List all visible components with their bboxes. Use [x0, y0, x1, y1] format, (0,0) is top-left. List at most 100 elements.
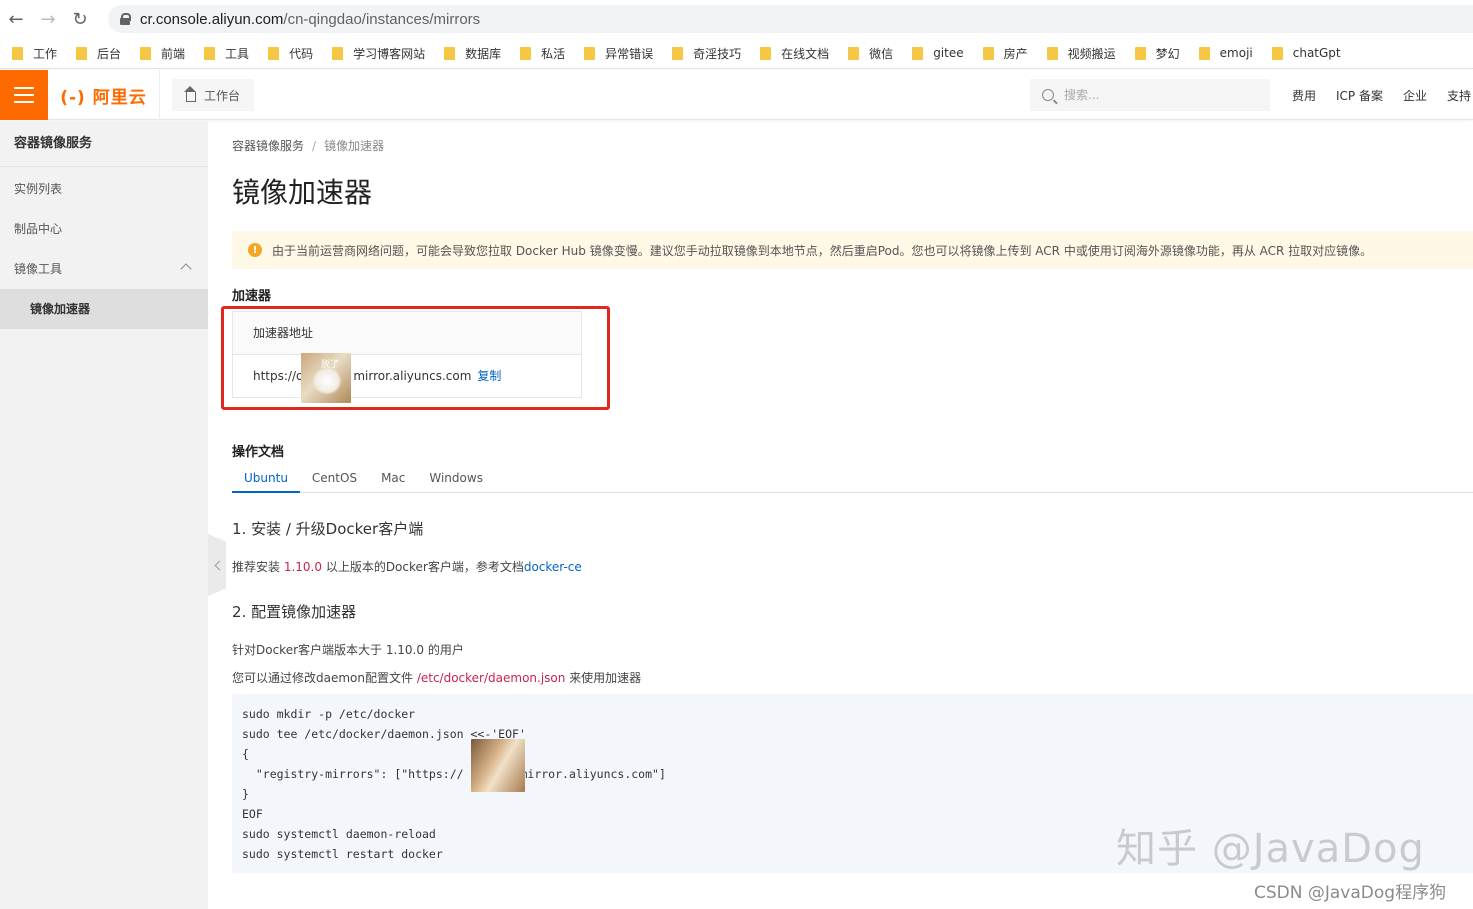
csdn-watermark: CSDN @JavaDog程序狗: [1254, 883, 1447, 903]
workbench-label: 工作台: [203, 88, 240, 103]
breadcrumb-current: 镜像加速器: [324, 139, 385, 153]
forward-icon[interactable]: →: [32, 0, 64, 38]
folder-icon: [76, 46, 88, 60]
breadcrumb: 容器镜像服务 / 镜像加速器: [232, 137, 384, 154]
bookmark-item[interactable]: 学习博客网站: [332, 45, 425, 62]
bookmark-item[interactable]: 奇淫技巧: [672, 45, 741, 62]
code-line: sudo mkdir -p /etc/docker: [242, 707, 416, 721]
step1-text-a: 推荐安装: [232, 560, 284, 574]
bookmark-item[interactable]: 后台: [76, 45, 121, 62]
bookmark-label: 后台: [97, 46, 122, 61]
warning-icon: !: [248, 243, 262, 257]
workbench-button[interactable]: 工作台: [172, 79, 254, 111]
tab-windows[interactable]: Windows: [417, 463, 495, 493]
tab-centos[interactable]: CentOS: [300, 463, 369, 493]
enterprise-link[interactable]: 企业: [1403, 87, 1427, 104]
bookmark-label: 代码: [289, 46, 314, 61]
bookmark-item[interactable]: 视频搬运: [1046, 45, 1116, 62]
search-icon[interactable]: [1042, 89, 1054, 101]
console-topbar: (-) 阿里云 工作台 费用 ICP 备案 企业 支持: [0, 70, 1473, 120]
bookmark-item[interactable]: 微信: [848, 45, 893, 62]
step2-text-1: 针对Docker客户端版本大于 1.10.0 的用户: [232, 643, 464, 657]
code-line: "registry-mirrors": ["https:// .mirror.al…: [242, 739, 1463, 792]
main-content: 容器镜像服务 / 镜像加速器 镜像加速器 ! 由于当前运营商网络问题，可能会导致您拉…: [221, 121, 1473, 909]
sidebar-item-instances[interactable]: 实例列表: [0, 169, 208, 209]
top-links: 费用 ICP 备案 企业 支持: [1292, 70, 1471, 120]
folder-icon: [12, 46, 23, 60]
folder-icon: [332, 46, 344, 60]
code-line-prefix: "registry-mirrors": ["https://: [242, 767, 464, 781]
folder-icon: [1198, 46, 1210, 60]
redaction-image: 脱了: [301, 353, 351, 403]
bookmark-item[interactable]: chatGpt: [1271, 46, 1341, 60]
tab-ubuntu[interactable]: Ubuntu: [232, 463, 300, 493]
docs-section-title: 操作文档: [232, 445, 285, 460]
folder-icon: [1134, 46, 1146, 60]
bookmark-item[interactable]: 私活: [520, 45, 565, 62]
folder-icon: [760, 46, 772, 60]
notice-text: 由于当前运营商网络问题，可能会导致您拉取 Docker Hub 镜像变慢。建议您…: [272, 243, 1373, 258]
folder-icon: [912, 46, 924, 60]
step1-text: 推荐安装 1.10.0 以上版本的Docker客户端，参考文档docker-ce: [232, 558, 582, 575]
accelerator-table: 加速器地址 https://o mirror.aliyuncs.com 复制 脱了: [232, 311, 582, 403]
tab-mac[interactable]: Mac: [369, 463, 417, 493]
bookmark-item[interactable]: gitee: [912, 46, 964, 60]
url-text: cr.console.aliyun.com/cn-qingdao/instanc…: [140, 11, 480, 28]
logo-text: (-) 阿里云: [60, 87, 147, 108]
folder-icon: [672, 46, 684, 60]
bookmark-item[interactable]: 房产: [982, 45, 1028, 62]
bookmark-item[interactable]: 数据库: [444, 45, 501, 62]
breadcrumb-link[interactable]: 容器镜像服务: [232, 139, 304, 153]
bookmark-item[interactable]: 在线文档: [760, 45, 829, 62]
folder-icon: [848, 46, 860, 60]
bookmark-item[interactable]: 前端: [140, 45, 185, 62]
chevron-up-icon: [180, 263, 192, 275]
copy-link[interactable]: 复制: [477, 369, 501, 383]
os-tabs: Ubuntu CentOS Mac Windows: [232, 463, 1473, 493]
bookmarks-bar: 工作 后台 前端 工具 代码 学习博客网站 数据库 私活 异常错误 奇淫技巧 在…: [0, 38, 1473, 69]
search-box: [1030, 79, 1270, 111]
sidebar: 容器镜像服务 实例列表 制品中心 镜像工具 镜像加速器: [0, 121, 208, 909]
bookmark-item[interactable]: 异常错误: [584, 45, 653, 62]
address-bar[interactable]: cr.console.aliyun.com/cn-qingdao/instanc…: [108, 5, 1473, 33]
sidebar-item-mirror-accelerator[interactable]: 镜像加速器: [0, 289, 208, 329]
bookmark-label: 学习博客网站: [353, 46, 426, 61]
fee-link[interactable]: 费用: [1292, 87, 1316, 104]
redaction-caption: 脱了: [321, 360, 340, 370]
code-line: sudo tee /etc/docker/daemon.json <<-'EOF…: [242, 727, 526, 741]
docker-ce-link[interactable]: docker-ce: [524, 560, 582, 574]
bookmark-label: gitee: [933, 46, 964, 60]
accelerator-row: https://o mirror.aliyuncs.com 复制 脱了: [233, 353, 581, 403]
folder-icon: [982, 46, 994, 60]
sidebar-item-artifacts[interactable]: 制品中心: [0, 209, 208, 249]
home-icon: [183, 86, 196, 102]
bookmark-label: 梦幻: [1155, 46, 1180, 61]
bookmark-item[interactable]: emoji: [1198, 46, 1253, 60]
bookmark-label: 异常错误: [605, 46, 654, 61]
sidebar-collapse-handle[interactable]: [208, 534, 226, 596]
reload-icon[interactable]: ↻: [64, 0, 96, 38]
bookmark-label: emoji: [1219, 46, 1253, 60]
accelerator-url-suffix: mirror.aliyuncs.com: [353, 369, 472, 383]
bookmark-label: 数据库: [465, 46, 502, 61]
bookmark-item[interactable]: 代码: [268, 45, 313, 62]
step2-text-2: 您可以通过修改daemon配置文件 /etc/docker/daemon.jso…: [232, 669, 641, 686]
page-title: 镜像加速器: [232, 176, 373, 209]
search-input[interactable]: [1064, 88, 1244, 102]
sidebar-item-image-tools[interactable]: 镜像工具: [0, 249, 208, 289]
folder-icon: [1046, 46, 1058, 60]
aliyun-logo[interactable]: (-) 阿里云: [48, 70, 160, 120]
bookmark-label: 工具: [225, 46, 250, 61]
bookmark-label: 前端: [161, 46, 186, 61]
bookmark-item[interactable]: 工作: [12, 45, 57, 62]
accelerator-url-prefix: https://o: [253, 369, 304, 383]
support-link[interactable]: 支持: [1447, 87, 1471, 104]
sidebar-item-label: 镜像工具: [14, 262, 63, 276]
bookmark-item[interactable]: 工具: [204, 45, 249, 62]
bookmark-label: 在线文档: [781, 46, 830, 61]
bookmark-item[interactable]: 梦幻: [1134, 45, 1180, 62]
step1-version: 1.10.0: [283, 560, 322, 574]
icp-link[interactable]: ICP 备案: [1336, 87, 1383, 104]
back-icon[interactable]: ←: [0, 0, 32, 38]
menu-icon[interactable]: [0, 70, 48, 120]
